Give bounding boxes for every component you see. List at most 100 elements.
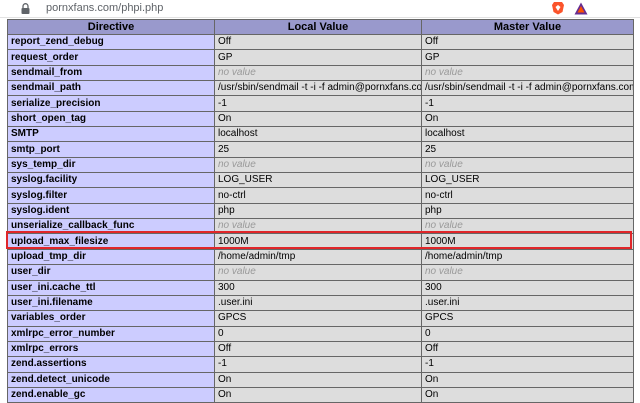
table-row: sys_temp_dir no value no value xyxy=(7,156,634,174)
table-row: variables_order GPCS GPCS xyxy=(7,310,634,327)
column-header-directive: Directive xyxy=(7,19,215,35)
table-body: report_zend_debug Off Off request_order GP GP… xyxy=(7,33,634,403)
table-row: SMTP localhost localhost xyxy=(7,126,634,143)
local-value-cell: 300 xyxy=(214,279,422,296)
local-value-cell: On xyxy=(214,371,422,388)
table-row: syslog.ident php php xyxy=(7,202,634,220)
master-value-cell: Off xyxy=(421,340,634,358)
local-value-cell: no-ctrl xyxy=(214,187,422,204)
master-value-cell: no value xyxy=(421,264,634,281)
local-value-cell: -1 xyxy=(214,95,422,112)
master-value-cell: LOG_USER xyxy=(421,172,634,189)
column-header-master-value: Master Value xyxy=(421,19,634,35)
master-value-cell: .user.ini xyxy=(421,294,634,312)
table-header-row: Directive Local Value Master Value xyxy=(7,19,634,35)
directive-cell: sendmail_path xyxy=(7,80,215,97)
directive-cell: serialize_precision xyxy=(7,95,215,112)
table-row: unserialize_callback_func no value no valu… xyxy=(7,218,634,235)
local-value-cell: 1000M xyxy=(214,233,422,250)
local-value-cell: .user.ini xyxy=(214,294,422,312)
local-value-cell: On xyxy=(214,110,422,128)
table-row: report_zend_debug Off Off xyxy=(7,33,634,51)
master-value-cell: On xyxy=(421,110,634,128)
local-value-cell: 25 xyxy=(214,141,422,158)
url-text[interactable]: pornxfans.com/phpi.php xyxy=(46,2,163,15)
table-row: xmlrpc_error_number 0 0 xyxy=(7,325,634,342)
directive-cell: user_dir xyxy=(7,264,215,281)
master-value-cell: localhost xyxy=(421,126,634,143)
directive-cell: sys_temp_dir xyxy=(7,156,215,174)
local-value-cell: Off xyxy=(214,33,422,51)
local-value-cell: On xyxy=(214,386,422,403)
table-row: syslog.facility LOG_USER LOG_USER xyxy=(7,172,634,189)
master-value-cell: 25 xyxy=(421,141,634,158)
directive-cell: zend.enable_gc xyxy=(7,386,215,403)
local-value-cell: no value xyxy=(214,156,422,174)
master-value-cell: -1 xyxy=(421,356,634,373)
bat-rewards-icon[interactable] xyxy=(574,2,588,15)
php-config-table-container: Directive Local Value Master Value repor… xyxy=(7,19,634,403)
master-value-cell: GPCS xyxy=(421,310,634,327)
column-header-local-value: Local Value xyxy=(214,19,422,35)
directive-cell: user_ini.filename xyxy=(7,294,215,312)
master-value-cell: Off xyxy=(421,33,634,51)
table-row: syslog.filter no-ctrl no-ctrl xyxy=(7,187,634,204)
directive-cell: syslog.facility xyxy=(7,172,215,189)
local-value-cell: 0 xyxy=(214,325,422,342)
directive-cell: smtp_port xyxy=(7,141,215,158)
table-row: sendmail_path/usr/sbin/sendmail -t -i -f… xyxy=(7,80,634,97)
directive-cell: variables_order xyxy=(7,310,215,327)
master-value-cell: On xyxy=(421,371,634,388)
table-row: zend.assertions -1 -1 xyxy=(7,356,634,373)
directive-cell: zend.assertions xyxy=(7,356,215,373)
directive-cell: short_open_tag xyxy=(7,110,215,128)
directive-cell: sendmail_from xyxy=(7,64,215,82)
local-value-cell: /usr/sbin/sendmail -t -i -f admin@pornxf… xyxy=(214,80,422,97)
local-value-cell: no value xyxy=(214,218,422,235)
browser-address-bar: pornxfans.com/phpi.php xyxy=(0,0,640,18)
local-value-cell: /home/admin/tmp xyxy=(214,248,422,266)
table-row: user_ini.filename .user.ini .user.ini xyxy=(7,294,634,312)
directive-cell: report_zend_debug xyxy=(7,33,215,51)
master-value-cell: /usr/sbin/sendmail -t -i -f admin@pornxf… xyxy=(421,80,634,97)
local-value-cell: localhost xyxy=(214,126,422,143)
local-value-cell: GP xyxy=(214,49,422,66)
directive-cell: unserialize_callback_func xyxy=(7,218,215,235)
table-row: short_open_tag On On xyxy=(7,110,634,128)
local-value-cell: GPCS xyxy=(214,310,422,327)
master-value-cell: php xyxy=(421,202,634,220)
table-row: upload_tmp_dir/home/admin/tmp/home/admin… xyxy=(7,248,634,266)
table-row: upload_max_filesize 1000M 1000M xyxy=(7,233,634,250)
master-value-cell: no value xyxy=(421,218,634,235)
table-row: user_ini.cache_ttl 300 300 xyxy=(7,279,634,296)
lock-icon[interactable] xyxy=(21,3,30,14)
brave-shield-icon[interactable] xyxy=(551,1,565,15)
directive-cell: user_ini.cache_ttl xyxy=(7,279,215,296)
local-value-cell: Off xyxy=(214,340,422,358)
directive-cell: syslog.ident xyxy=(7,202,215,220)
master-value-cell: 0 xyxy=(421,325,634,342)
php-config-table: Directive Local Value Master Value repor… xyxy=(7,19,634,403)
directive-cell: xmlrpc_errors xyxy=(7,340,215,358)
table-row: zend.enable_gc On On xyxy=(7,386,634,403)
local-value-cell: -1 xyxy=(214,356,422,373)
directive-cell: request_order xyxy=(7,49,215,66)
local-value-cell: php xyxy=(214,202,422,220)
directive-cell: xmlrpc_error_number xyxy=(7,325,215,342)
local-value-cell: no value xyxy=(214,64,422,82)
master-value-cell: 300 xyxy=(421,279,634,296)
directive-cell: zend.detect_unicode xyxy=(7,371,215,388)
master-value-cell: no-ctrl xyxy=(421,187,634,204)
master-value-cell: no value xyxy=(421,156,634,174)
table-row: request_order GP GP xyxy=(7,49,634,66)
directive-cell: SMTP xyxy=(7,126,215,143)
table-row: user_dir no value no value xyxy=(7,264,634,281)
table-row: xmlrpc_errors Off Off xyxy=(7,340,634,358)
master-value-cell: no value xyxy=(421,64,634,82)
directive-cell: syslog.filter xyxy=(7,187,215,204)
master-value-cell: -1 xyxy=(421,95,634,112)
local-value-cell: no value xyxy=(214,264,422,281)
table-row: zend.detect_unicode On On xyxy=(7,371,634,388)
table-row: sendmail_from no value no value xyxy=(7,64,634,82)
master-value-cell: On xyxy=(421,386,634,403)
